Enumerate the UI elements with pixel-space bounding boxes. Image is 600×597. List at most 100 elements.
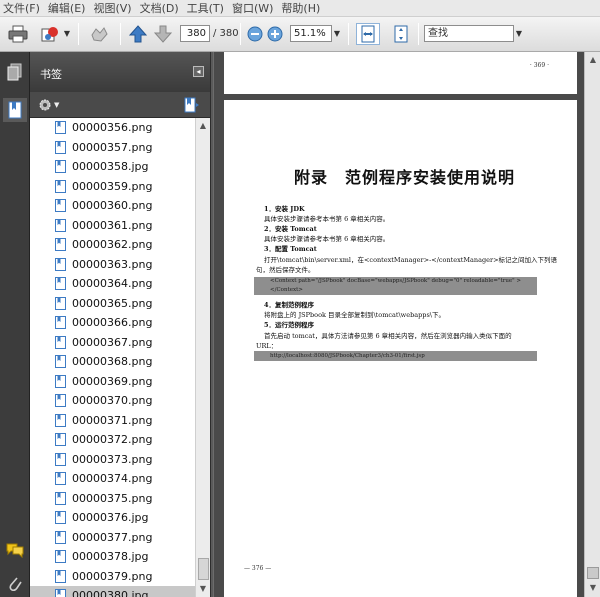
bookmark-icon bbox=[55, 491, 66, 505]
bookmark-item[interactable]: 00000375.png bbox=[30, 489, 195, 509]
acrobat-window: 文件(F) 编辑(E) 视图(V) 文档(D) 工具(T) 窗口(W) 帮助(H… bbox=[0, 0, 600, 597]
bookmark-item[interactable]: 00000360.png bbox=[30, 196, 195, 216]
bookmark-item[interactable]: 00000357.png bbox=[30, 138, 195, 158]
menu-document[interactable]: 文档(D) bbox=[139, 0, 186, 16]
new-bookmark-button[interactable] bbox=[184, 97, 202, 113]
navigation-rail bbox=[0, 52, 30, 597]
document-scroll-thumb[interactable] bbox=[587, 567, 599, 579]
scroll-down-icon[interactable]: ▼ bbox=[197, 583, 209, 595]
bookmark-panel-icon bbox=[8, 101, 22, 119]
bookmark-item[interactable]: 00000366.png bbox=[30, 313, 195, 333]
zoom-dropdown-icon[interactable]: ▼ bbox=[332, 25, 342, 42]
bookmark-icon bbox=[55, 257, 66, 271]
menu-window[interactable]: 窗口(W) bbox=[231, 0, 280, 16]
bookmark-item[interactable]: 00000379.png bbox=[30, 567, 195, 587]
bookmark-item[interactable]: 00000361.png bbox=[30, 216, 195, 236]
bookmark-item[interactable]: 00000356.png bbox=[30, 118, 195, 138]
bookmark-item[interactable]: 00000378.jpg bbox=[30, 547, 195, 567]
bookmark-icon bbox=[55, 121, 66, 135]
fit-page-button[interactable] bbox=[390, 23, 412, 45]
bookmark-item[interactable]: 00000371.png bbox=[30, 411, 195, 431]
hand-tool-button[interactable] bbox=[86, 23, 112, 45]
bookmark-label: 00000379.png bbox=[72, 569, 153, 583]
options-button[interactable]: ▼ bbox=[38, 97, 60, 113]
bookmark-item[interactable]: 00000368.png bbox=[30, 352, 195, 372]
bookmark-icon bbox=[55, 374, 66, 388]
page-title: 附录 范例程序安装使用说明 bbox=[294, 168, 516, 187]
bookmark-item[interactable]: 00000369.png bbox=[30, 372, 195, 392]
scroll-down-icon[interactable]: ▼ bbox=[587, 582, 599, 594]
doc-line: 2．安装 Tomcat bbox=[264, 225, 317, 233]
up-arrow-icon bbox=[129, 25, 147, 43]
bookmark-scrollbar[interactable]: ▲ ▼ bbox=[195, 118, 210, 597]
bookmark-label: 00000357.png bbox=[72, 140, 153, 154]
toolbar-divider bbox=[240, 23, 241, 45]
bookmark-icon bbox=[55, 589, 66, 597]
pages-icon bbox=[7, 63, 22, 81]
bookmark-item[interactable]: 00000377.png bbox=[30, 528, 195, 548]
bookmarks-panel-button[interactable] bbox=[3, 98, 27, 122]
previous-page-button[interactable] bbox=[127, 23, 149, 45]
bookmark-item[interactable]: 00000363.png bbox=[30, 255, 195, 275]
comments-button[interactable] bbox=[3, 538, 27, 562]
doc-line: 将附盘上的 JSPbook 目录全部复制到\tomcat\webapps\下。 bbox=[264, 311, 445, 319]
bookmark-label: 00000378.jpg bbox=[72, 550, 149, 564]
bookmark-label: 00000375.png bbox=[72, 491, 153, 505]
down-arrow-icon bbox=[154, 25, 172, 43]
bookmark-item[interactable]: 00000367.png bbox=[30, 333, 195, 353]
bookmark-icon bbox=[55, 199, 66, 213]
bookmark-label: 00000368.png bbox=[72, 355, 153, 369]
print-icon bbox=[8, 25, 28, 43]
zoom-out-icon bbox=[247, 26, 263, 42]
search-input[interactable]: 查找 bbox=[424, 25, 514, 42]
bookmark-item[interactable]: 00000364.png bbox=[30, 274, 195, 294]
bookmark-icon bbox=[55, 316, 66, 330]
attachments-button[interactable] bbox=[3, 572, 27, 596]
bookmark-item[interactable]: 00000376.jpg bbox=[30, 508, 195, 528]
document-scrollbar[interactable]: ▲ ▼ bbox=[584, 52, 600, 597]
bookmark-label: 00000360.png bbox=[72, 199, 153, 213]
document-view[interactable]: · 369 · 附录 范例程序安装使用说明 1．安装 JDK 具体安装步骤请参考… bbox=[214, 52, 584, 597]
bookmark-item[interactable]: 00000370.png bbox=[30, 391, 195, 411]
zoom-in-icon bbox=[267, 26, 283, 42]
menu-tools[interactable]: 工具(T) bbox=[186, 0, 231, 16]
pages-panel-button[interactable] bbox=[3, 60, 27, 84]
menu-bar: 文件(F) 编辑(E) 视图(V) 文档(D) 工具(T) 窗口(W) 帮助(H… bbox=[0, 0, 600, 17]
fit-page-icon bbox=[394, 25, 408, 43]
print-button[interactable] bbox=[6, 23, 30, 45]
toolbar-divider bbox=[348, 23, 349, 45]
menu-view[interactable]: 视图(V) bbox=[92, 0, 138, 16]
panel-close-button[interactable]: ◂ bbox=[193, 66, 204, 77]
bookmark-item[interactable]: 00000359.png bbox=[30, 177, 195, 197]
bookmark-item[interactable]: 00000362.png bbox=[30, 235, 195, 255]
scroll-up-icon[interactable]: ▲ bbox=[197, 120, 209, 132]
search-dropdown-icon[interactable]: ▼ bbox=[514, 25, 524, 42]
bookmark-item[interactable]: 00000380.jpg bbox=[30, 586, 195, 597]
page-number-input[interactable]: 380 bbox=[180, 25, 210, 42]
bookmark-item[interactable]: 00000374.png bbox=[30, 469, 195, 489]
bookmark-item[interactable]: 00000372.png bbox=[30, 430, 195, 450]
page-footer: — 376 — bbox=[244, 565, 272, 572]
bookmark-icon bbox=[55, 452, 66, 466]
bookmark-icon bbox=[55, 394, 66, 408]
doc-line: 5．运行范例程序 bbox=[264, 321, 315, 329]
zoom-input[interactable]: 51.1% bbox=[290, 25, 332, 42]
scroll-up-icon[interactable]: ▲ bbox=[587, 54, 599, 66]
bookmark-item[interactable]: 00000373.png bbox=[30, 450, 195, 470]
zoom-out-button[interactable] bbox=[246, 23, 264, 45]
gear-icon bbox=[39, 99, 51, 111]
bookmark-item[interactable]: 00000365.png bbox=[30, 294, 195, 314]
menu-help[interactable]: 帮助(H) bbox=[280, 0, 327, 16]
bookmark-label: 00000358.jpg bbox=[72, 160, 149, 174]
share-dropdown-icon[interactable]: ▼ bbox=[62, 25, 72, 42]
bookmark-scroll-thumb[interactable] bbox=[198, 558, 209, 580]
bookmark-icon bbox=[55, 550, 66, 564]
fit-width-button[interactable] bbox=[356, 23, 380, 45]
next-page-button[interactable] bbox=[152, 23, 174, 45]
share-button[interactable] bbox=[36, 23, 64, 45]
menu-edit[interactable]: 编辑(E) bbox=[47, 0, 93, 16]
bookmark-item[interactable]: 00000358.jpg bbox=[30, 157, 195, 177]
bookmark-label: 00000370.png bbox=[72, 394, 153, 408]
zoom-in-button[interactable] bbox=[266, 23, 284, 45]
menu-file[interactable]: 文件(F) bbox=[2, 0, 47, 16]
